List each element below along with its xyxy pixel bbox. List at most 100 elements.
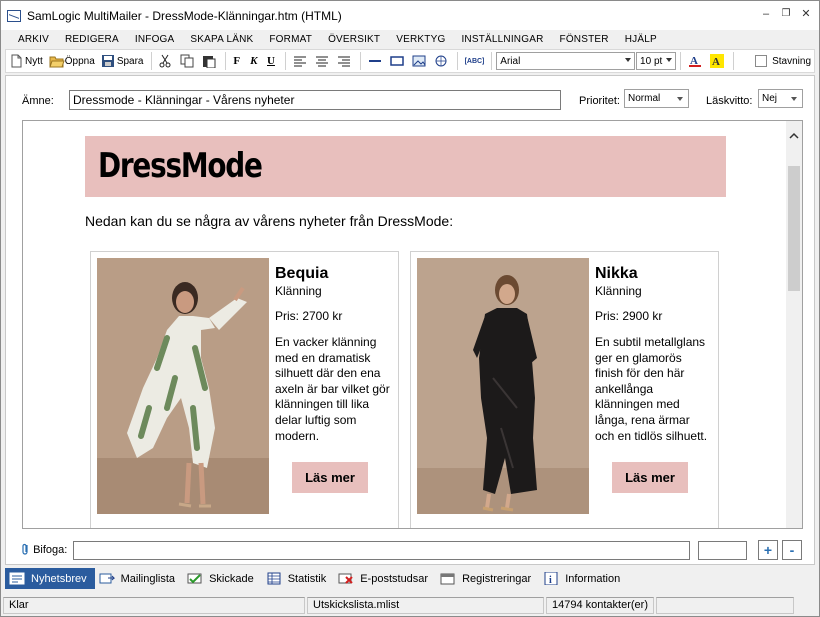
menu-infoga[interactable]: INFOGA <box>127 34 183 45</box>
subject-input[interactable]: Dressmode - Klänningar - Vårens nyheter <box>69 90 561 110</box>
app-window: SamLogic MultiMailer - DressMode-Klännin… <box>0 0 820 617</box>
svg-text:A: A <box>712 56 720 68</box>
priority-select[interactable]: Normal <box>624 89 689 108</box>
window-title: SamLogic MultiMailer - DressMode-Klännin… <box>27 8 342 23</box>
menu-fonster[interactable]: FÖNSTER <box>552 34 617 45</box>
menu-arkiv[interactable]: ARKIV <box>1 34 57 45</box>
menu-skapa-lank[interactable]: SKAPA LÄNK <box>182 34 261 45</box>
chevron-down-icon <box>666 58 673 62</box>
copy-button[interactable] <box>177 51 199 71</box>
tab-label: Information <box>565 572 621 585</box>
spell-check-label: Stavning <box>772 55 812 67</box>
scroll-up-icon[interactable] <box>789 131 799 141</box>
menu-redigera[interactable]: REDIGERA <box>57 34 127 45</box>
tab-e-poststudsar[interactable]: E-poststudsar <box>334 568 436 589</box>
restore-icon[interactable]: ❐ <box>779 7 793 21</box>
mail-app-icon <box>7 9 21 22</box>
align-center-button[interactable] <box>312 51 334 71</box>
product-photo-nikka <box>417 258 589 514</box>
remove-attachment-button[interactable]: - <box>782 540 802 560</box>
link-icon <box>434 54 448 68</box>
product-type: Klänning <box>275 284 322 298</box>
tab-mailinglista[interactable]: Mailinglista <box>95 568 183 589</box>
read-more-button[interactable]: Läs mer <box>292 462 368 493</box>
menu-hjalp[interactable]: HJÄLP <box>617 34 665 45</box>
tab-label: Nyhetsbrev <box>31 572 87 585</box>
bold-button[interactable]: F <box>230 51 247 71</box>
menu-verktyg[interactable]: VERKTYG <box>388 34 453 45</box>
new-document-icon <box>9 54 23 68</box>
spell-check-toggle[interactable]: Stavning <box>752 51 814 71</box>
spell-check-checkbox[interactable] <box>755 55 768 67</box>
tab-label: Mailinglista <box>120 572 176 585</box>
insert-table-button[interactable] <box>387 51 409 71</box>
newsletter-icon <box>9 572 25 585</box>
message-panel: Ämne: Dressmode - Klänningar - Vårens ny… <box>5 75 815 565</box>
brand-logo-text: DressMode <box>98 146 263 186</box>
open-label: Öppna <box>64 55 95 67</box>
scrollbar-thumb[interactable] <box>788 166 800 291</box>
status-bar: Klar Utskickslista.mlist 14794 kontakter… <box>1 595 819 616</box>
close-icon[interactable]: ✕ <box>799 7 813 21</box>
highlight-color-button[interactable]: A <box>707 51 729 71</box>
menu-format[interactable]: FORMAT <box>261 34 320 45</box>
align-left-button[interactable] <box>290 51 312 71</box>
text-color-button[interactable]: A <box>685 51 707 71</box>
align-right-button[interactable] <box>334 51 356 71</box>
tab-label: Skickade <box>209 572 254 585</box>
sent-mail-icon <box>187 572 203 585</box>
product-description: En subtil metallglans ger en glamorös fi… <box>595 335 708 443</box>
read-receipt-value: Nej <box>762 93 778 104</box>
menu-bar: ARKIV REDIGERA INFOGA SKAPA LÄNK FORMAT … <box>1 30 819 48</box>
horizontal-line-button[interactable] <box>365 51 387 71</box>
html-editor[interactable]: DressMode Nedan kan du se några av våren… <box>22 120 803 529</box>
priority-label: Prioritet: <box>579 95 620 107</box>
copy-icon <box>180 54 194 68</box>
toolbar-divider <box>225 52 227 70</box>
italic-button[interactable]: K <box>247 51 264 71</box>
toolbar-divider <box>150 52 152 70</box>
tab-information[interactable]: i Information <box>539 568 628 589</box>
new-label: Nytt <box>25 55 43 67</box>
align-right-icon <box>337 54 351 68</box>
tab-statistik[interactable]: Statistik <box>262 568 335 589</box>
menu-oversikt[interactable]: ÖVERSIKT <box>320 34 388 45</box>
insert-image-button[interactable] <box>409 51 431 71</box>
font-family-value: Arial <box>500 55 521 67</box>
product-name: Bequia <box>275 265 329 282</box>
toolbar-divider <box>456 52 458 70</box>
text-color-icon: A <box>688 54 702 68</box>
newsletter-intro: Nedan kan du se några av vårens nyheter … <box>85 213 454 229</box>
toolbar-divider <box>359 52 361 70</box>
save-label: Spara <box>116 55 144 67</box>
paste-button[interactable] <box>199 51 221 71</box>
read-more-button[interactable]: Läs mer <box>612 462 688 493</box>
newsletter-banner: DressMode <box>85 136 726 197</box>
save-button[interactable]: Spara <box>98 51 147 71</box>
scissors-icon <box>158 54 172 68</box>
toolbar: Nytt Öppna Spara F K U [ABC] Arial 10 pt <box>5 49 815 73</box>
font-size-select[interactable]: 10 pt <box>636 52 677 70</box>
read-receipt-select[interactable]: Nej <box>758 89 803 108</box>
mailing-list-icon <box>99 572 115 585</box>
attachment-input[interactable] <box>73 541 690 560</box>
minimize-icon[interactable]: – <box>759 7 773 21</box>
spell-check-icon[interactable]: [ABC] <box>462 51 488 71</box>
attach-row: Bifoga: <box>22 543 67 556</box>
add-attachment-button[interactable]: + <box>758 540 778 560</box>
open-button[interactable]: Öppna <box>46 51 98 71</box>
tab-skickade[interactable]: Skickade <box>183 568 262 589</box>
align-left-icon <box>293 54 307 68</box>
editor-scrollbar[interactable] <box>786 121 802 528</box>
tab-registreringar[interactable]: Registreringar <box>436 568 539 589</box>
status-contact-count: 14794 kontakter(er) <box>546 597 654 614</box>
menu-installningar[interactable]: INSTÄLLNINGAR <box>453 34 551 45</box>
cut-button[interactable] <box>155 51 177 71</box>
bounced-mail-icon <box>338 572 354 585</box>
tab-nyhetsbrev[interactable]: Nyhetsbrev <box>5 568 95 589</box>
underline-button[interactable]: U <box>264 51 281 71</box>
insert-link-button[interactable] <box>431 51 453 71</box>
font-family-select[interactable]: Arial <box>496 52 636 70</box>
horizontal-line-icon <box>368 54 382 68</box>
new-button[interactable]: Nytt <box>6 51 46 71</box>
